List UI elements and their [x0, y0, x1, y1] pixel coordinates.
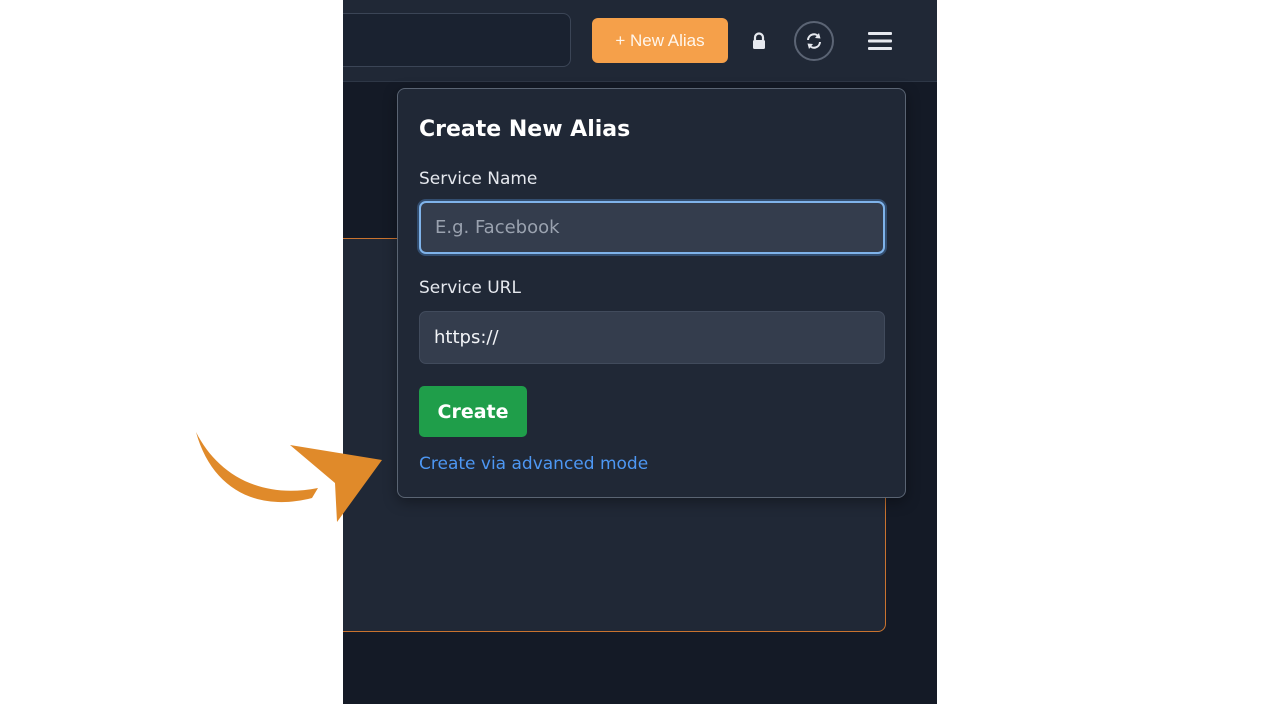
app-window: + New Alias Create New Alias Service Nam… — [343, 0, 937, 704]
advanced-mode-link[interactable]: Create via advanced mode — [419, 454, 648, 474]
hamburger-menu-icon — [868, 32, 892, 50]
sync-button[interactable] — [794, 21, 834, 61]
create-alias-popover: Create New Alias Service Name Service UR… — [397, 88, 906, 498]
curved-arrow-icon — [196, 432, 382, 522]
popover-title: Create New Alias — [419, 117, 631, 142]
lock-icon — [753, 32, 765, 49]
new-alias-button[interactable]: + New Alias — [592, 18, 728, 63]
service-url-input[interactable] — [419, 311, 885, 364]
menu-button[interactable] — [867, 27, 893, 55]
sync-icon — [807, 33, 821, 49]
service-url-label: Service URL — [419, 278, 521, 298]
search-input[interactable] — [343, 13, 571, 67]
create-button[interactable]: Create — [419, 386, 527, 437]
header-bar: + New Alias — [343, 0, 937, 82]
stage: + New Alias Create New Alias Service Nam… — [0, 0, 1280, 704]
lock-button[interactable] — [744, 27, 774, 55]
service-name-input[interactable] — [419, 201, 885, 254]
service-name-label: Service Name — [419, 169, 538, 189]
